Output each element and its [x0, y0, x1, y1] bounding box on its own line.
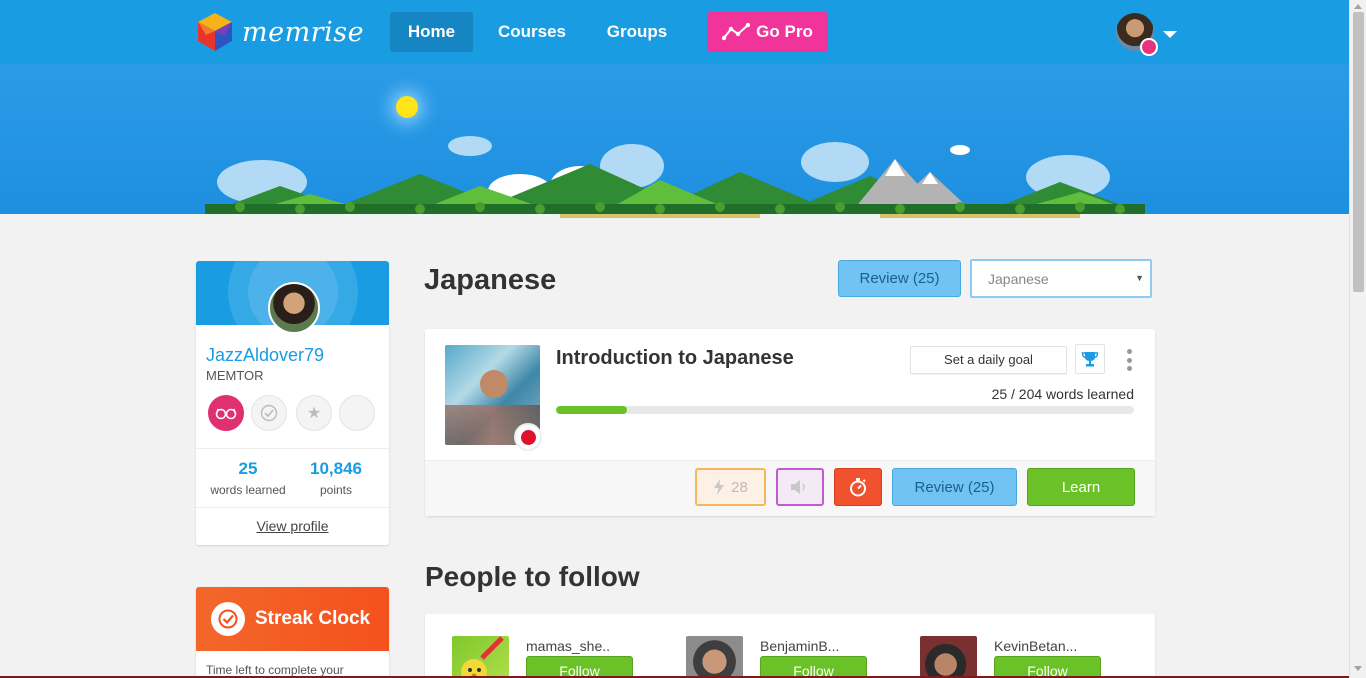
glasses-badge-icon[interactable]: [208, 395, 244, 431]
course-title[interactable]: Introduction to Japanese: [556, 347, 794, 370]
people-to-follow-heading: People to follow: [425, 561, 640, 592]
streak-clock-header: Streak Clock: [196, 587, 389, 651]
nav-groups[interactable]: Groups: [596, 12, 678, 52]
course-progress-bar: [556, 406, 1134, 414]
empty-badge-icon[interactable]: [339, 395, 375, 431]
stats-divider: [196, 448, 389, 449]
people-to-follow-card: mamas_she.. Follow BenjaminB... Follow K…: [425, 614, 1155, 678]
landscape-illustration: [0, 73, 1349, 244]
profile-rank: MEMTOR: [206, 368, 264, 383]
words-learned-count: 25: [238, 459, 258, 478]
streak-clock-card: Streak Clock Time left to complete your: [196, 587, 389, 678]
memrise-logo-icon: [198, 13, 232, 51]
course-card: Introduction to Japanese Set a daily goa…: [425, 329, 1155, 516]
person-avatar[interactable]: [920, 636, 977, 678]
points-count: 10,846: [310, 459, 362, 478]
learn-button[interactable]: Learn: [1027, 468, 1135, 506]
page-title: Japanese: [424, 264, 557, 296]
person-name[interactable]: mamas_she..: [526, 638, 610, 654]
scroll-up-arrow-icon[interactable]: [1354, 4, 1362, 9]
listening-skills-button[interactable]: [776, 468, 824, 506]
speaker-icon: [791, 480, 805, 494]
streak-check-icon: [211, 602, 245, 636]
set-daily-goal-button[interactable]: Set a daily goal: [910, 346, 1067, 374]
person-avatar[interactable]: [452, 636, 509, 678]
trophy-icon[interactable]: [1075, 344, 1105, 374]
star-badge-icon[interactable]: ★: [296, 395, 332, 431]
avatar-badge-icon: [1140, 38, 1158, 56]
profile-username[interactable]: JazzAldover79: [206, 345, 324, 366]
review-all-button[interactable]: Review (25): [838, 260, 961, 297]
points-label: points: [319, 483, 353, 497]
go-pro-label: Go Pro: [756, 22, 813, 41]
view-profile-link[interactable]: View profile: [196, 507, 389, 545]
more-options-icon[interactable]: [1123, 349, 1135, 371]
japan-flag-icon: [514, 423, 542, 451]
follow-button[interactable]: Follow: [526, 656, 633, 678]
account-dropdown-caret-icon[interactable]: [1163, 31, 1177, 38]
difficult-words-button[interactable]: [834, 468, 882, 506]
select-arrow-icon: ▼: [1135, 273, 1144, 283]
person-name[interactable]: KevinBetan...: [994, 638, 1077, 654]
scrollbar-thumb[interactable]: [1353, 12, 1364, 292]
nav-home[interactable]: Home: [390, 12, 473, 52]
follow-button[interactable]: Follow: [760, 656, 867, 678]
go-pro-button[interactable]: Go Pro: [707, 12, 828, 52]
person-name[interactable]: BenjaminB...: [760, 638, 839, 654]
language-select[interactable]: Japanese ▼: [970, 259, 1152, 298]
memrise-logo[interactable]: memrise: [198, 13, 364, 51]
stopwatch-icon: [850, 478, 866, 497]
course-progress-fill: [556, 406, 627, 414]
logo-text: memrise: [242, 16, 365, 48]
scroll-down-arrow-icon[interactable]: [1354, 666, 1362, 671]
review-button[interactable]: Review (25): [892, 468, 1017, 506]
lightning-icon: [714, 479, 725, 495]
page-scrollbar[interactable]: [1349, 0, 1366, 678]
words-learned-label: words learned: [210, 483, 286, 497]
language-select-value: Japanese: [988, 271, 1049, 287]
profile-card: JazzAldover79 MEMTOR ★ 25 words learned …: [196, 261, 389, 545]
words-learned-progress-text: 25 / 204 words learned: [991, 386, 1134, 402]
speed-review-button[interactable]: 28: [695, 468, 766, 506]
check-badge-icon[interactable]: [251, 395, 287, 431]
speed-review-count: 28: [731, 478, 748, 496]
chart-line-icon: [722, 23, 751, 41]
nav-courses[interactable]: Courses: [490, 12, 574, 52]
profile-avatar[interactable]: [268, 282, 320, 334]
streak-clock-text: Time left to complete your: [206, 663, 344, 677]
streak-clock-title: Streak Clock: [255, 608, 371, 629]
follow-button[interactable]: Follow: [994, 656, 1101, 678]
person-avatar[interactable]: [686, 636, 743, 678]
